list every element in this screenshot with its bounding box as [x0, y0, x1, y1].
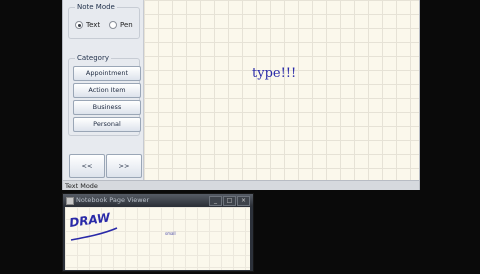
- title-bar[interactable]: Notebook Page Viewer _ □ ×: [63, 194, 253, 206]
- note-mode-group: Note Mode Text Pen: [68, 2, 140, 39]
- handwriting-drawing: DRAW: [68, 210, 118, 241]
- business-button[interactable]: Business: [73, 100, 141, 115]
- appointment-button[interactable]: Appointment: [73, 66, 141, 81]
- note-mode-legend: Note Mode: [75, 2, 117, 12]
- radio-checked-icon: [75, 21, 83, 29]
- main-window: Note Mode Text Pen Category Appointment …: [62, 0, 420, 190]
- note-canvas[interactable]: type!!!: [144, 0, 419, 180]
- draw-handwriting: DRAW: [68, 210, 111, 230]
- underline-stroke: [70, 227, 118, 241]
- minimize-button[interactable]: _: [209, 196, 222, 206]
- category-group: Category Appointment Action Item Busines…: [68, 53, 141, 136]
- small-note-text: small: [165, 231, 176, 236]
- action-item-button[interactable]: Action Item: [73, 83, 141, 98]
- window-title: Notebook Page Viewer: [76, 196, 150, 204]
- text-mode-label: Text: [86, 21, 101, 29]
- page-preview-canvas[interactable]: DRAW small: [65, 207, 250, 270]
- radio-unchecked-icon: [109, 21, 117, 29]
- close-button[interactable]: ×: [237, 196, 250, 206]
- control-panel: Note Mode Text Pen Category Appointment …: [63, 0, 144, 180]
- personal-button[interactable]: Personal: [73, 117, 141, 132]
- category-legend: Category: [75, 53, 111, 63]
- text-mode-radio[interactable]: Text: [75, 21, 100, 29]
- pen-mode-radio[interactable]: Pen: [109, 21, 133, 29]
- status-bar: Text Mode: [63, 180, 419, 190]
- maximize-button[interactable]: □: [223, 196, 236, 206]
- app-icon: [66, 197, 74, 205]
- next-page-button[interactable]: >>: [106, 154, 142, 178]
- typed-note-text: type!!!: [252, 66, 297, 81]
- previous-page-button[interactable]: <<: [69, 154, 105, 178]
- page-viewer-window: Notebook Page Viewer _ □ × DRAW small: [62, 193, 254, 272]
- window-controls: _ □ ×: [209, 196, 250, 206]
- pen-mode-label: Pen: [120, 21, 133, 29]
